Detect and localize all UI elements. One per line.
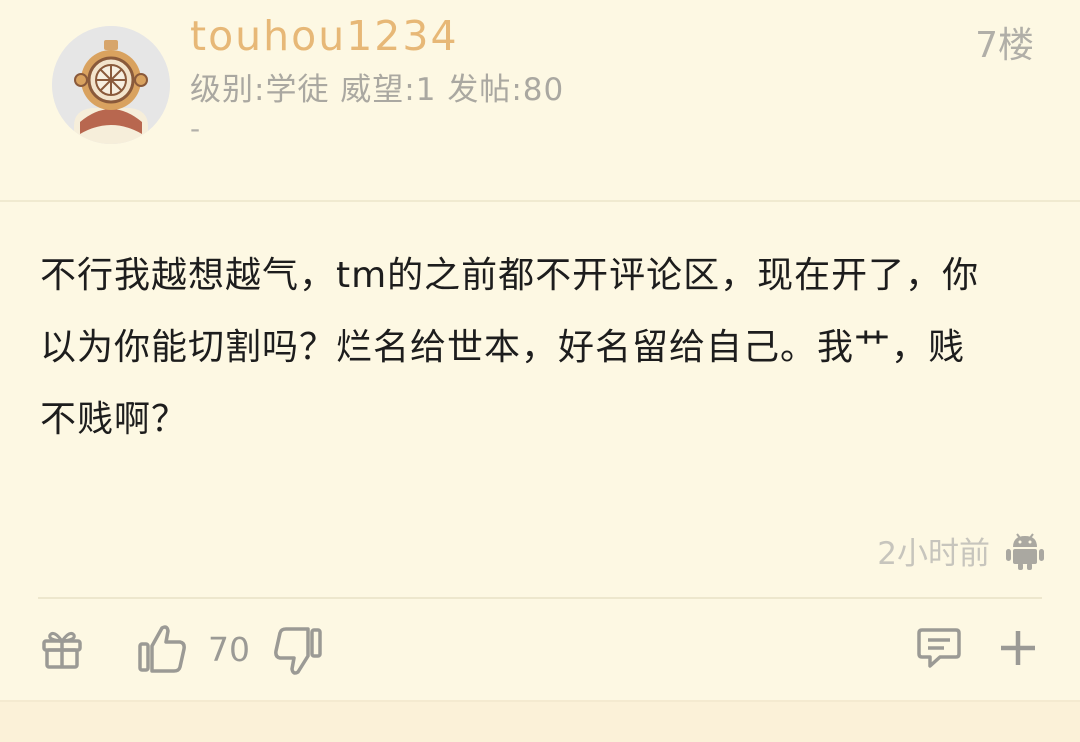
comment-icon[interactable] <box>916 626 962 670</box>
divider <box>0 200 1080 202</box>
android-icon <box>1006 533 1044 570</box>
user-signature: - <box>190 112 201 145</box>
post-card: touhou1234 级别:学徒 威望:1 发帖:80 - 7楼 不行我越想越气… <box>0 0 1080 742</box>
user-stats: 级别:学徒 威望:1 发帖:80 <box>190 72 565 108</box>
thumbs-up-icon[interactable] <box>136 622 188 676</box>
thumbs-down-icon[interactable] <box>272 626 324 678</box>
next-post-edge <box>0 700 1080 742</box>
post-time: 2小时前 <box>877 536 990 572</box>
floor-number: 7楼 <box>975 25 1034 66</box>
avatar[interactable] <box>52 26 170 144</box>
gift-icon[interactable] <box>40 626 84 670</box>
divider <box>38 597 1042 599</box>
plus-icon[interactable] <box>998 628 1038 668</box>
like-count: 70 <box>208 630 250 669</box>
username[interactable]: touhou1234 <box>190 12 459 60</box>
post-content: 不行我越想越气，tm的之前都不开评论区，现在开了，你以为你能切割吗？烂名给世本，… <box>40 255 980 440</box>
diving-helmet-icon <box>52 26 170 144</box>
